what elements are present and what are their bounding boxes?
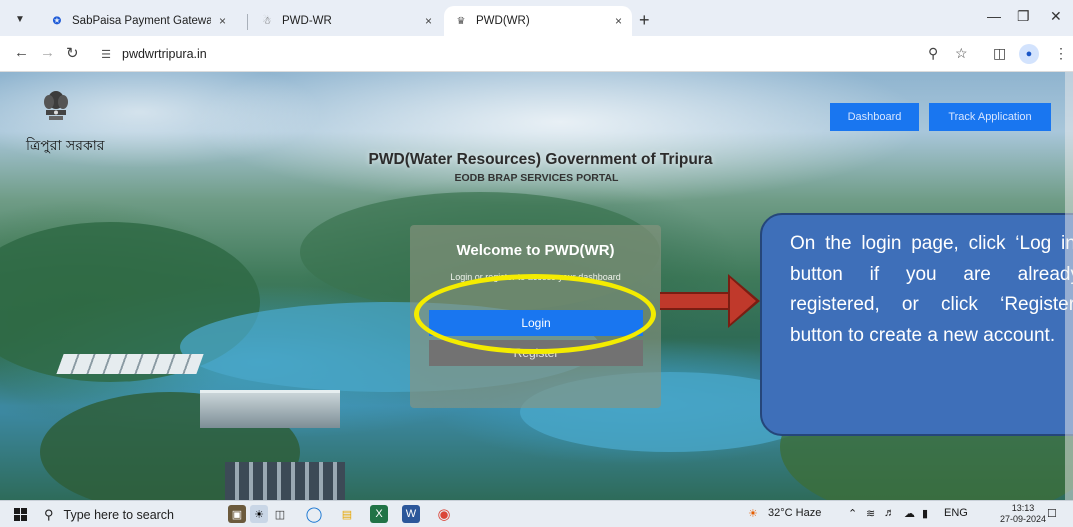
new-tab-icon[interactable]: + <box>639 10 650 31</box>
dam-shape <box>225 462 345 500</box>
taskbar-search-placeholder[interactable]: Type here to search <box>64 508 174 522</box>
forward-icon[interactable]: → <box>40 44 55 61</box>
portal-title-text: PWD(Water Resources) Government of Tripu… <box>368 151 713 168</box>
url-text[interactable]: pwdwrtripura.in <box>122 47 207 61</box>
tab-title: SabPaisa Payment Gateway <box>72 15 211 27</box>
search-icon: ⚲ <box>44 506 54 522</box>
excel-icon[interactable]: X <box>370 505 388 523</box>
back-icon[interactable]: ← <box>14 44 29 61</box>
notifications-icon[interactable]: ☐ <box>1047 507 1057 520</box>
network-icon[interactable]: ≋ <box>866 507 875 520</box>
portal-subtitle: EODB BRAP SERVICES PORTAL <box>454 172 619 184</box>
window-close-icon[interactable]: ✕ <box>1050 8 1062 25</box>
windows-taskbar: ⚲ Type here to search ▣ ☀ ◫ ◯ ▤ X W ◉ ☀ … <box>0 500 1073 527</box>
menu-kebab-icon[interactable]: ⋮ <box>1054 45 1068 62</box>
file-explorer-icon[interactable]: ▤ <box>338 505 356 523</box>
word-icon[interactable]: W <box>402 505 420 523</box>
restore-icon[interactable]: ❐ <box>1017 8 1030 25</box>
instruction-text: On the login page, click ‘Log in’ button… <box>790 233 1073 346</box>
track-application-button[interactable]: Track Application <box>929 103 1051 131</box>
windows-start-icon[interactable] <box>14 508 27 521</box>
side-panel-icon[interactable]: ◫ <box>993 45 1006 62</box>
edge-icon[interactable]: ◯ <box>305 505 323 523</box>
solar-panels-shape <box>56 354 204 374</box>
tab-pwd-wr-active[interactable]: ♛ PWD(WR) × <box>444 6 632 36</box>
bookmark-star-icon[interactable]: ☆ <box>955 45 968 62</box>
browser-tab-strip: ▼ ✪ SabPaisa Payment Gateway × ☃ PWD-WR … <box>0 0 1073 36</box>
highlight-oval <box>414 274 656 354</box>
instruction-callout: On the login page, click ‘Log in’ button… <box>760 213 1073 436</box>
news-widget-icon[interactable]: ▣ <box>228 505 246 523</box>
state-emblem-icon <box>44 91 68 120</box>
tab-pwd-wr[interactable]: ☃ PWD-WR × <box>250 6 442 36</box>
pwd-favicon-icon: ☃ <box>262 15 272 27</box>
pointer-arrow-head-fill <box>730 278 756 324</box>
page-scrollbar[interactable] <box>1065 72 1073 500</box>
minimize-icon[interactable]: — <box>987 8 1001 24</box>
zoom-icon[interactable]: ⚲ <box>928 45 938 62</box>
tab-search-chevron-icon[interactable]: ▼ <box>10 9 30 29</box>
battery-icon[interactable]: ▮ <box>922 507 928 520</box>
language-indicator[interactable]: ENG <box>944 507 968 519</box>
tab-title: PWD(WR) <box>476 15 530 27</box>
close-tab-icon[interactable]: × <box>425 14 432 28</box>
reload-icon[interactable]: ↻ <box>66 44 79 62</box>
profile-avatar-icon[interactable]: ● <box>1019 44 1039 64</box>
tab-title: PWD-WR <box>282 15 332 27</box>
weather-icon[interactable]: ☀ <box>748 507 758 520</box>
browser-toolbar: ← → ↻ ☰ pwdwrtripura.in ⚲ ☆ ◫ ● ⋮ <box>0 36 1073 72</box>
task-view-icon[interactable]: ◫ <box>271 505 289 523</box>
site-info-icon[interactable]: ☰ <box>96 44 116 64</box>
tab-sabpaisa[interactable]: ✪ SabPaisa Payment Gateway × <box>40 6 236 36</box>
welcome-heading: Welcome to PWD(WR) <box>456 242 615 259</box>
tab-separator <box>247 14 248 30</box>
dashboard-button[interactable]: Dashboard <box>830 103 919 131</box>
portal-title: PWD(Water Resources) Government of Tripu… <box>0 151 1073 169</box>
weather-text[interactable]: 32°C Haze <box>768 507 821 519</box>
address-bar[interactable]: ☰ pwdwrtripura.in <box>96 41 968 67</box>
clock-time: 13:13 <box>1011 503 1035 513</box>
onedrive-icon[interactable]: ☁ <box>904 507 915 520</box>
dam-shape <box>200 390 340 428</box>
sabpaisa-favicon-icon: ✪ <box>52 15 62 27</box>
cortana-widget-icon[interactable]: ☀ <box>250 505 268 523</box>
emblem-favicon-icon: ♛ <box>456 15 466 27</box>
volume-icon[interactable]: ♬ <box>884 507 895 519</box>
clock[interactable]: 13:13 27-09-2024 <box>1000 503 1046 525</box>
close-tab-icon[interactable]: × <box>615 14 622 28</box>
chrome-icon[interactable]: ◉ <box>435 505 453 523</box>
clock-date: 27-09-2024 <box>1000 514 1047 524</box>
pointer-arrow <box>660 292 732 310</box>
taskbar-search-box[interactable]: ⚲ Type here to search <box>44 503 204 526</box>
tray-chevron-icon[interactable]: ⌃ <box>848 507 857 520</box>
close-tab-icon[interactable]: × <box>219 14 226 28</box>
